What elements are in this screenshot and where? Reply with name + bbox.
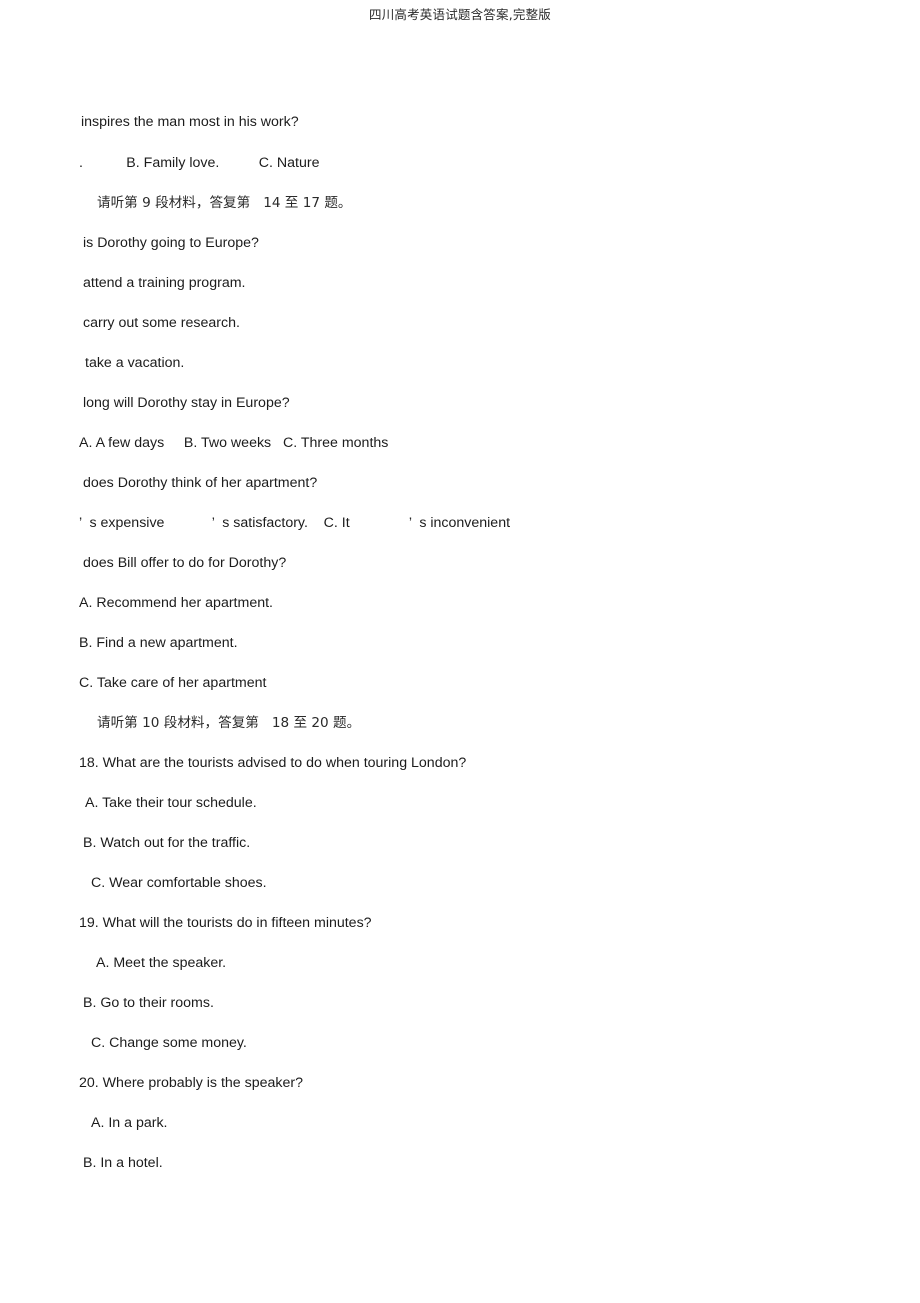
q17-option-a: A. Recommend her apartment. bbox=[79, 595, 273, 611]
q13-stem-fragment: inspires the man most in his work? bbox=[81, 114, 299, 130]
running-header: 四川高考英语试题含答案,完整版 bbox=[0, 0, 920, 23]
q18-option-a: A. Take their tour schedule. bbox=[85, 795, 257, 811]
q13-options: . B. Family love. C. Nature bbox=[79, 155, 320, 171]
q14-stem-fragment: is Dorothy going to Europe? bbox=[83, 235, 259, 251]
q16-options: ’ s expensive ’ s satisfactory. C. It ’ … bbox=[79, 515, 511, 531]
q17-option-b: B. Find a new apartment. bbox=[79, 635, 238, 651]
q18-option-c: C. Wear comfortable shoes. bbox=[91, 875, 267, 891]
q17-stem-fragment: does Bill offer to do for Dorothy? bbox=[83, 555, 287, 571]
q19-option-b: B. Go to their rooms. bbox=[83, 995, 214, 1011]
q20-option-a: A. In a park. bbox=[91, 1115, 168, 1131]
q20-stem: 20. Where probably is the speaker? bbox=[79, 1075, 303, 1091]
document-body: inspires the man most in his work? . B. F… bbox=[0, 113, 920, 1194]
q17-option-c: C. Take care of her apartment bbox=[79, 675, 267, 691]
q18-option-b: B. Watch out for the traffic. bbox=[83, 835, 251, 851]
question-lines-container: inspires the man most in his work? . B. F… bbox=[0, 113, 920, 1194]
q16-stem-fragment: does Dorothy think of her apartment? bbox=[83, 475, 318, 491]
q19-stem: 19. What will the tourists do in fifteen… bbox=[79, 915, 372, 931]
q14-option-c-fragment: take a vacation. bbox=[85, 355, 185, 371]
q14-option-b-fragment: carry out some research. bbox=[83, 315, 240, 331]
q19-option-c: C. Change some money. bbox=[91, 1035, 247, 1051]
instruction-9: 请听第 9 段材料，答复第 14 至 17 题。 bbox=[97, 195, 352, 211]
q19-option-a: A. Meet the speaker. bbox=[96, 955, 227, 971]
instruction-10: 请听第 10 段材料，答复第 18 至 20 题。 bbox=[97, 715, 361, 731]
q15-stem-fragment: long will Dorothy stay in Europe? bbox=[83, 395, 290, 411]
q14-option-a-fragment: attend a training program. bbox=[83, 275, 246, 291]
q18-stem: 18. What are the tourists advised to do … bbox=[79, 755, 467, 771]
running-header-title: 四川高考英语试题含答案,完整版 bbox=[369, 7, 551, 22]
q20-option-b: B. In a hotel. bbox=[83, 1155, 163, 1171]
q15-options: A. A few days B. Two weeks C. Three mont… bbox=[79, 435, 389, 451]
